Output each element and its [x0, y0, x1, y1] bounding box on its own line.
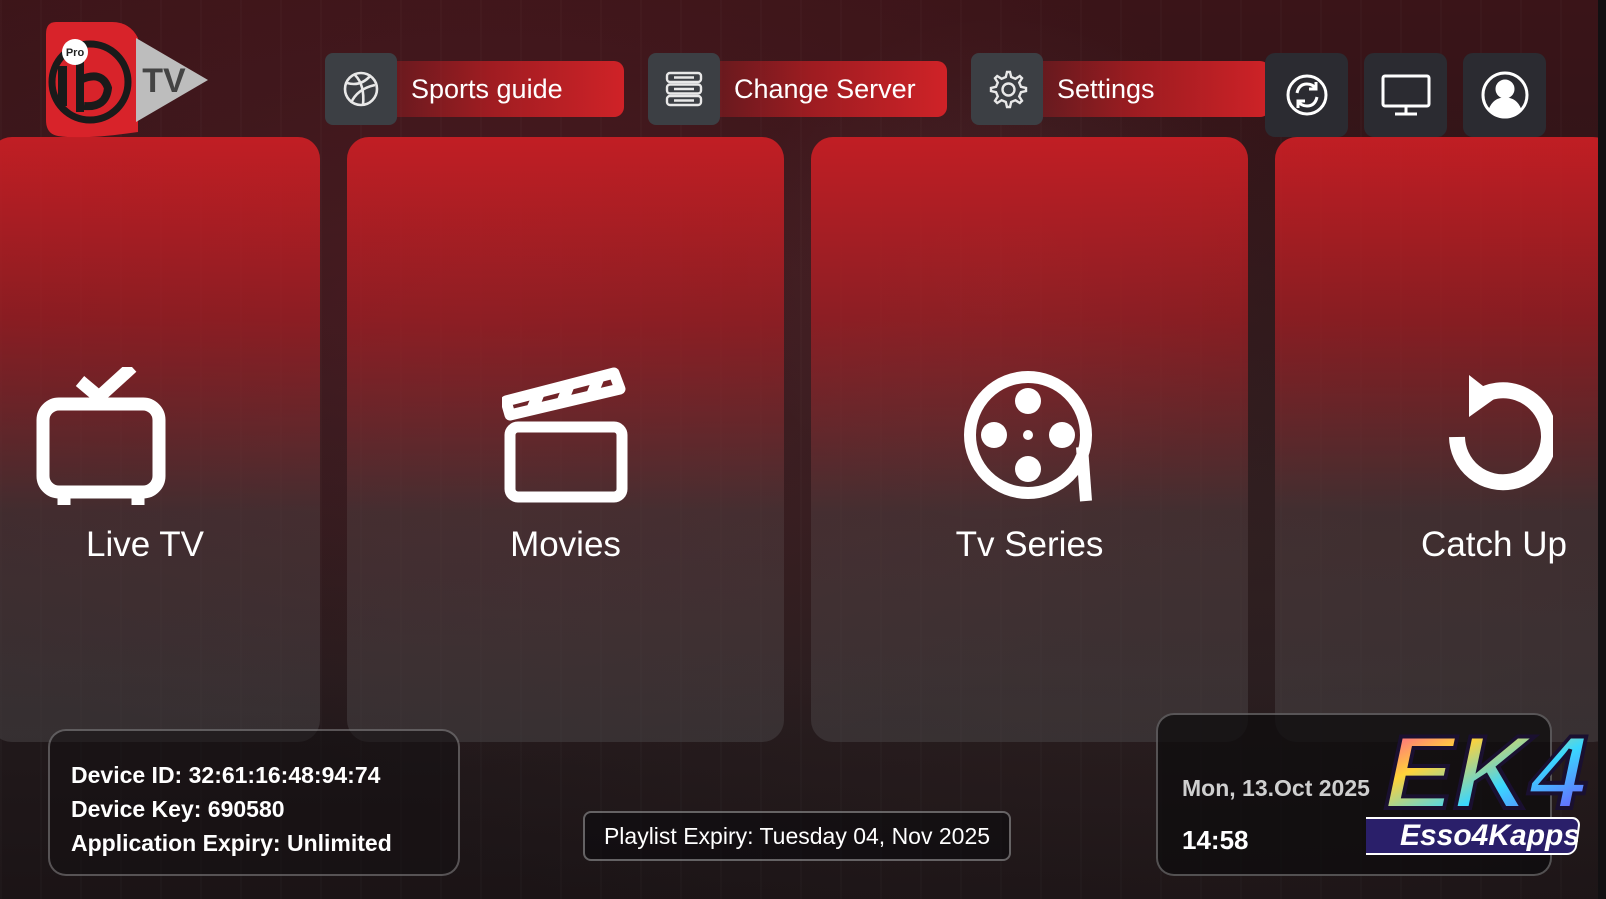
refresh-button[interactable] [1265, 53, 1348, 137]
watermark-sub-text: Esso4Kapps [1400, 819, 1580, 852]
logo-text: TV [142, 62, 186, 100]
device-info-panel: Device ID: 32:61:16:48:94:74 Device Key:… [48, 729, 460, 876]
device-key: Device Key: 690580 [71, 796, 285, 822]
tv-icon [36, 362, 166, 514]
logo-badge: Pro [66, 47, 85, 59]
application-expiry: Application Expiry: Unlimited [71, 830, 392, 856]
current-time: 14:58 [1182, 825, 1249, 855]
tv-series-card[interactable]: Tv Series [811, 137, 1248, 742]
app-logo: Pro TV [44, 22, 214, 140]
gear-icon [971, 53, 1043, 125]
screen-mode-button[interactable] [1364, 53, 1447, 137]
server-list-icon [648, 53, 720, 125]
movies-label: Movies [510, 525, 621, 564]
film-reel-icon [962, 367, 1098, 510]
catch-up-card[interactable]: Catch Up [1275, 137, 1606, 742]
user-profile-button[interactable] [1463, 53, 1546, 137]
home-screen: Pro TV Sports guide Change Server Settin… [0, 0, 1606, 899]
change-server-button[interactable]: Change Server [648, 53, 947, 125]
user-icon [1481, 71, 1528, 119]
basketball-icon [325, 53, 397, 125]
settings-label: Settings [1057, 73, 1155, 104]
replay-icon [1433, 367, 1557, 502]
sports-guide-label: Sports guide [411, 73, 563, 104]
tv-series-label: Tv Series [955, 525, 1104, 564]
watermark-main-text: EK4 [1374, 715, 1601, 831]
change-server-label: Change Server [734, 73, 916, 104]
clapperboard-icon [500, 367, 630, 510]
refresh-icon [1286, 74, 1327, 116]
monitor-icon [1381, 74, 1430, 116]
live-tv-label: Live TV [85, 525, 205, 564]
settings-button[interactable]: Settings [971, 53, 1270, 125]
current-date: Mon, 13.Oct 2025 [1182, 775, 1370, 801]
live-tv-card[interactable]: Live TV [0, 137, 320, 742]
device-id: Device ID: 32:61:16:48:94:74 [71, 762, 381, 788]
channel-watermark-logo: EK4 Esso4Kapps [1348, 690, 1604, 870]
catch-up-label: Catch Up [1421, 525, 1567, 564]
movies-card[interactable]: Movies [347, 137, 784, 742]
sports-guide-button[interactable]: Sports guide [325, 53, 624, 125]
playlist-expiry: Playlist Expiry: Tuesday 04, Nov 2025 [583, 811, 1011, 861]
